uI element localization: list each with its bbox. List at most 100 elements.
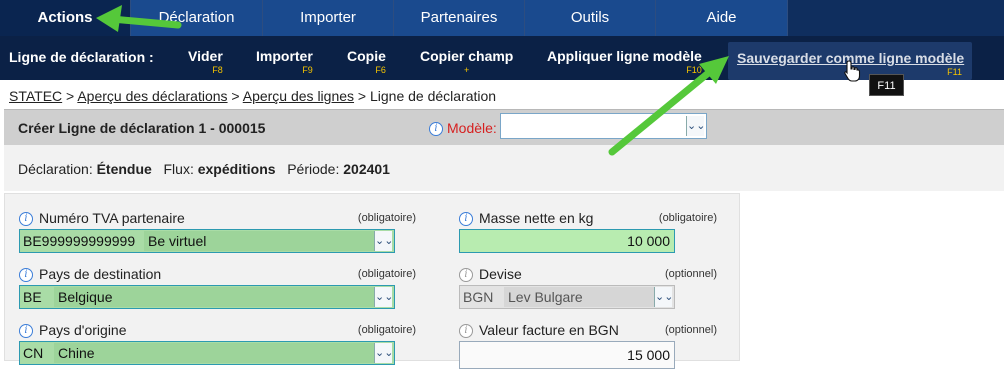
devise-input[interactable]: BGN Lev Bulgare ⌄⌄: [459, 285, 675, 309]
pays-origine-label-text: Pays d'origine: [39, 322, 127, 338]
chevron-down-icon[interactable]: ⌄⌄: [374, 231, 393, 251]
appliquer-modele-label: Appliquer ligne modèle: [547, 48, 702, 64]
vider-shortcut: F8: [212, 65, 223, 75]
top-navigation: Actions Déclaration Importer Partenaires…: [0, 0, 1004, 36]
tva-desc: Be virtuel: [144, 231, 374, 251]
pays-destination-code: BE: [23, 289, 42, 305]
periode-value: 202401: [343, 161, 390, 177]
chevron-down-icon[interactable]: ⌄⌄: [374, 287, 393, 307]
periode-label: Période:: [287, 161, 340, 177]
valeur-label-text: Valeur facture en BGN: [479, 322, 619, 338]
modele-label: i Modèle:: [429, 120, 497, 137]
hand-pointer-icon: [844, 60, 861, 82]
devise-desc: Lev Bulgare: [504, 287, 654, 307]
importer-label: Importer: [256, 48, 313, 64]
devise-label: i Devise: [459, 266, 522, 283]
info-icon[interactable]: i: [459, 212, 473, 227]
pays-destination-desc: Belgique: [54, 287, 374, 307]
appliquer-modele-shortcut: F10: [686, 65, 702, 75]
chevron-down-icon[interactable]: ⌄⌄: [686, 116, 705, 136]
pays-origine-desc: Chine: [54, 343, 374, 363]
tva-input[interactable]: BE999999999999 Be virtuel ⌄⌄: [19, 229, 395, 253]
tab-outils[interactable]: Outils: [525, 0, 656, 36]
page-title: Créer Ligne de déclaration 1 - 000015: [18, 120, 266, 136]
devise-code: BGN: [463, 289, 494, 305]
importer-shortcut: F9: [302, 65, 313, 75]
tab-partenaires[interactable]: Partenaires: [394, 0, 525, 36]
pays-origine-code: CN: [23, 345, 44, 361]
importer-button[interactable]: Importer F9: [256, 48, 313, 75]
masse-value: 10 000: [627, 233, 670, 249]
devise-field: i Devise (optionnel) BGN Lev Bulgare ⌄⌄: [459, 266, 717, 312]
breadcrumb: STATEC > Aperçu des déclarations > Aperç…: [9, 88, 496, 104]
declaration-label: Déclaration:: [18, 161, 93, 177]
tva-label-text: Numéro TVA partenaire: [39, 210, 185, 226]
pays-destination-label: i Pays de destination: [19, 266, 162, 283]
copie-label: Copie: [347, 48, 386, 64]
chevron-down-icon[interactable]: ⌄⌄: [374, 343, 393, 363]
summary-text: Déclaration: Étendue Flux: expéditions P…: [18, 161, 390, 177]
masse-field: i Masse nette en kg (obligatoire) 10 000: [459, 210, 717, 256]
breadcrumb-sep: >: [227, 88, 243, 104]
pays-origine-field: i Pays d'origine (obligatoire) CN Chine ⌄…: [19, 322, 416, 368]
required-note: (obligatoire): [658, 212, 717, 224]
required-note: (obligatoire): [357, 324, 416, 336]
nav-filler: [788, 0, 1004, 36]
copie-button[interactable]: Copie F6: [347, 48, 386, 75]
pays-destination-input[interactable]: BE Belgique ⌄⌄: [19, 285, 395, 309]
toolbar-label: Ligne de déclaration :: [9, 49, 154, 65]
valeur-input[interactable]: 15 000: [459, 341, 675, 369]
tab-aide[interactable]: Aide: [656, 0, 788, 36]
breadcrumb-apercu-declarations[interactable]: Aperçu des déclarations: [77, 88, 227, 104]
line-form: i Numéro TVA partenaire (obligatoire) BE9…: [4, 193, 740, 369]
page-header: Créer Ligne de déclaration 1 - 000015 iM…: [4, 109, 1004, 145]
breadcrumb-statec[interactable]: STATEC: [9, 88, 62, 104]
info-icon[interactable]: i: [459, 268, 473, 283]
appliquer-modele-button[interactable]: Appliquer ligne modèle F10: [547, 48, 702, 75]
flux-value: expéditions: [197, 161, 276, 177]
tab-declaration[interactable]: Déclaration: [131, 0, 263, 36]
masse-label: i Masse nette en kg: [459, 210, 594, 227]
breadcrumb-sep: >: [62, 88, 78, 104]
valeur-field: i Valeur facture en BGN (optionnel) 15 00…: [459, 322, 717, 369]
info-icon[interactable]: i: [19, 212, 33, 227]
optional-note: (optionnel): [665, 268, 717, 280]
optional-note: (optionnel): [665, 324, 717, 336]
flux-label: Flux:: [163, 161, 194, 177]
breadcrumb-sep: >: [354, 88, 370, 104]
info-icon[interactable]: i: [19, 268, 33, 283]
required-note: (obligatoire): [357, 268, 416, 280]
vider-label: Vider: [188, 48, 223, 64]
modele-select[interactable]: ⌄⌄: [500, 113, 707, 139]
copier-champ-label: Copier champ: [420, 48, 514, 64]
required-note: (obligatoire): [357, 212, 416, 224]
pays-destination-label-text: Pays de destination: [39, 266, 162, 282]
chevron-down-icon[interactable]: ⌄⌄: [654, 287, 673, 307]
vider-button[interactable]: Vider F8: [188, 48, 223, 75]
blank-area: [740, 193, 1004, 361]
modele-label-text: Modèle:: [447, 120, 497, 136]
pays-destination-field: i Pays de destination (obligatoire) BE Be…: [19, 266, 416, 312]
sauvegarder-modele-shortcut: F11: [947, 67, 962, 77]
declaration-value: Étendue: [96, 161, 152, 177]
info-icon[interactable]: i: [459, 324, 473, 339]
tva-code: BE999999999999: [23, 233, 136, 249]
copier-champ-button[interactable]: Copier champ +: [420, 48, 513, 75]
copie-shortcut: F6: [375, 65, 386, 75]
tva-field: i Numéro TVA partenaire (obligatoire) BE9…: [19, 210, 416, 256]
shortcut-tooltip: F11: [869, 74, 904, 96]
masse-label-text: Masse nette en kg: [479, 210, 594, 226]
tva-label: i Numéro TVA partenaire: [19, 210, 185, 227]
valeur-label: i Valeur facture en BGN: [459, 322, 619, 339]
pays-origine-input[interactable]: CN Chine ⌄⌄: [19, 341, 395, 365]
declaration-summary: Déclaration: Étendue Flux: expéditions P…: [4, 145, 1004, 191]
pays-origine-label: i Pays d'origine: [19, 322, 127, 339]
masse-input[interactable]: 10 000: [459, 229, 675, 253]
info-icon[interactable]: i: [429, 122, 443, 137]
copier-champ-shortcut: +: [464, 65, 470, 75]
info-icon[interactable]: i: [19, 324, 33, 339]
breadcrumb-current: Ligne de déclaration: [370, 88, 497, 104]
tab-importer[interactable]: Importer: [263, 0, 394, 36]
breadcrumb-apercu-lignes[interactable]: Aperçu des lignes: [243, 88, 354, 104]
tab-actions[interactable]: Actions: [0, 0, 131, 36]
